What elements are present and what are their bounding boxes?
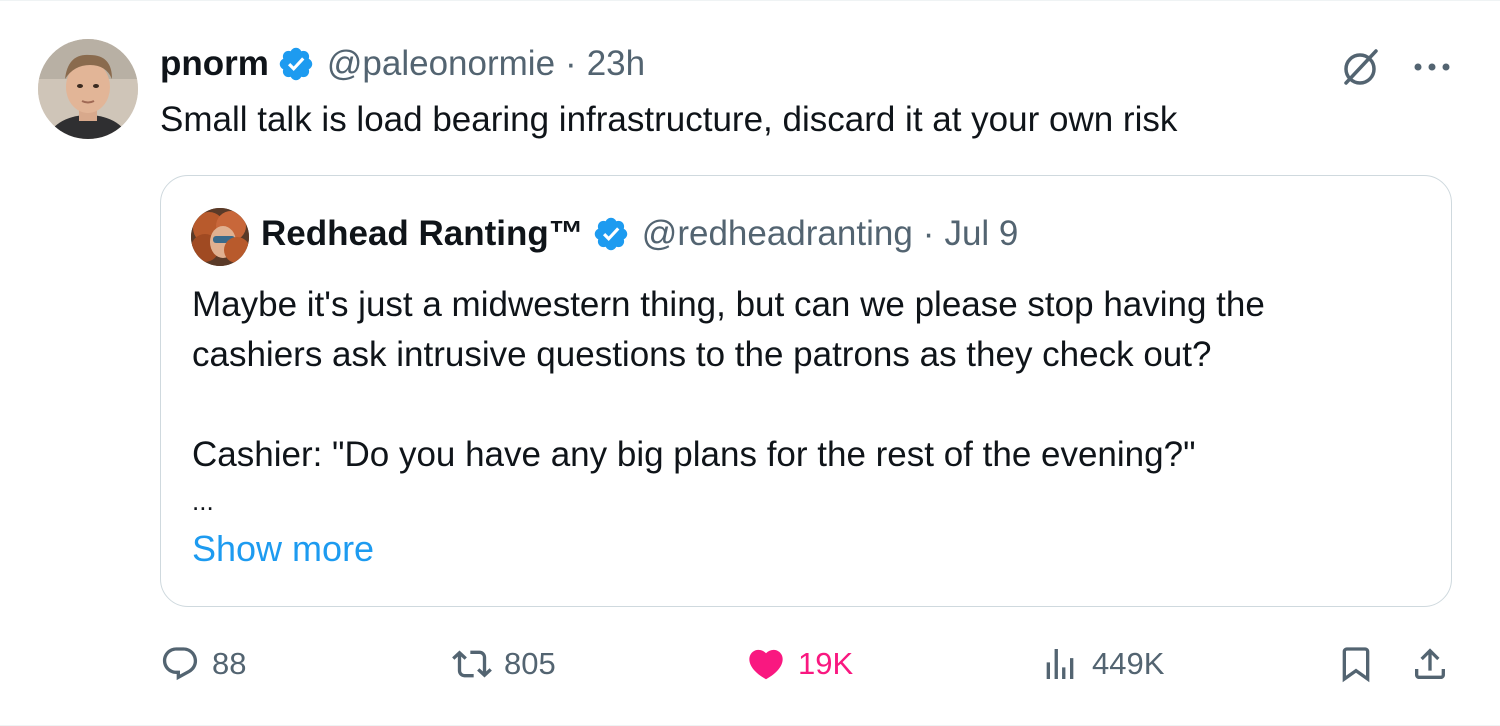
- views-button[interactable]: 449K: [1040, 639, 1164, 689]
- share-button[interactable]: [1410, 639, 1450, 689]
- views-icon: [1046, 649, 1074, 679]
- reply-button[interactable]: 88: [160, 639, 246, 689]
- top-right-icons: [1338, 45, 1452, 89]
- repost-count: 805: [504, 646, 556, 681]
- quoted-tweet[interactable]: Redhead Ranting™ @redheadranting · Jul 9…: [160, 175, 1452, 607]
- quoted-text-line: Maybe it's just a midwestern thing, but …: [192, 285, 1265, 324]
- quoted-avatar-image: [191, 208, 249, 266]
- quoted-author-handle[interactable]: @redheadranting: [642, 214, 913, 254]
- quoted-author-name[interactable]: Redhead Ranting™: [261, 214, 584, 254]
- tweet-time[interactable]: 23h: [587, 44, 645, 84]
- more-icon[interactable]: [1412, 61, 1452, 73]
- reply-count: 88: [212, 646, 247, 681]
- repost-icon: [452, 650, 492, 678]
- grok-slash-icon[interactable]: [1338, 45, 1382, 89]
- quoted-text-line: cashiers ask intrusive questions to the …: [192, 335, 1212, 374]
- bookmark-button[interactable]: [1336, 639, 1376, 689]
- action-bar: 88 805 19K 449K: [160, 639, 1452, 689]
- views-count: 449K: [1092, 646, 1165, 681]
- share-icon: [1415, 648, 1445, 679]
- truncation-ellipsis: ...: [192, 486, 214, 516]
- avatar-image: [38, 39, 138, 139]
- like-count: 19K: [798, 646, 854, 681]
- quoted-text: Maybe it's just a midwestern thing, but …: [192, 280, 1265, 516]
- bookmark-icon: [1342, 647, 1370, 683]
- repost-button[interactable]: 805: [452, 639, 556, 689]
- tweet-text: Small talk is load bearing infrastructur…: [160, 100, 1178, 139]
- show-more-link[interactable]: Show more: [192, 528, 374, 570]
- verified-badge-icon: [279, 47, 313, 81]
- separator-dot: ·: [565, 44, 577, 83]
- like-button[interactable]: 19K: [746, 639, 853, 689]
- author-name[interactable]: pnorm: [160, 44, 269, 84]
- quoted-text-line: Cashier: "Do you have any big plans for …: [192, 435, 1196, 474]
- separator-dot: ·: [922, 214, 935, 253]
- heart-icon: [749, 649, 783, 680]
- quoted-date[interactable]: Jul 9: [944, 214, 1018, 254]
- verified-badge-icon: [594, 217, 628, 251]
- quoted-author-avatar[interactable]: [191, 208, 249, 266]
- tweet-card[interactable]: pnorm @paleonormie · 23h Small talk is l…: [0, 0, 1500, 726]
- tweet-header: pnorm @paleonormie · 23h: [160, 41, 645, 87]
- author-handle[interactable]: @paleonormie: [327, 44, 555, 84]
- reply-icon: [162, 647, 198, 681]
- author-avatar[interactable]: [38, 39, 138, 139]
- quoted-header: Redhead Ranting™ @redheadranting · Jul 9: [261, 214, 1018, 254]
